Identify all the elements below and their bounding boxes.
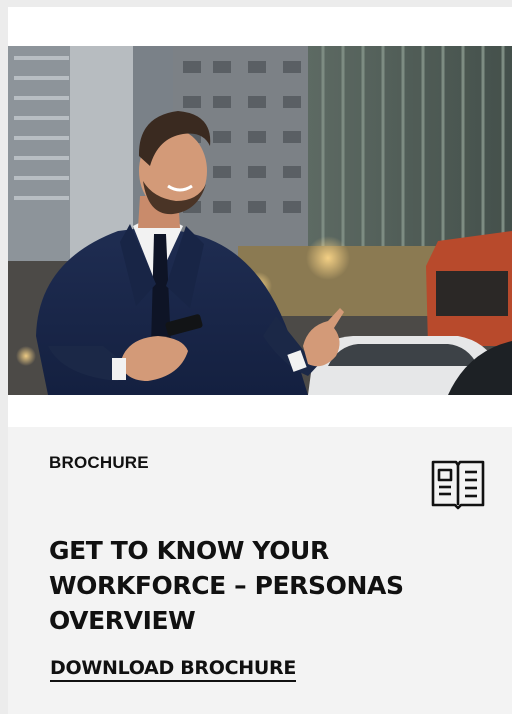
- category-label: BROCHURE: [49, 453, 149, 472]
- open-book-icon: [431, 460, 485, 510]
- card-title: GET TO KNOW YOUR WORKFORCE – PERSONAS OV…: [49, 536, 404, 635]
- download-brochure-link[interactable]: DOWNLOAD BROCHURE: [50, 657, 296, 682]
- hero-image: [8, 46, 512, 395]
- card-content: BROCHURE GET TO KNOW YOUR WORKFORCE – PE…: [8, 427, 512, 714]
- brochure-card: BROCHURE GET TO KNOW YOUR WORKFORCE – PE…: [8, 7, 512, 714]
